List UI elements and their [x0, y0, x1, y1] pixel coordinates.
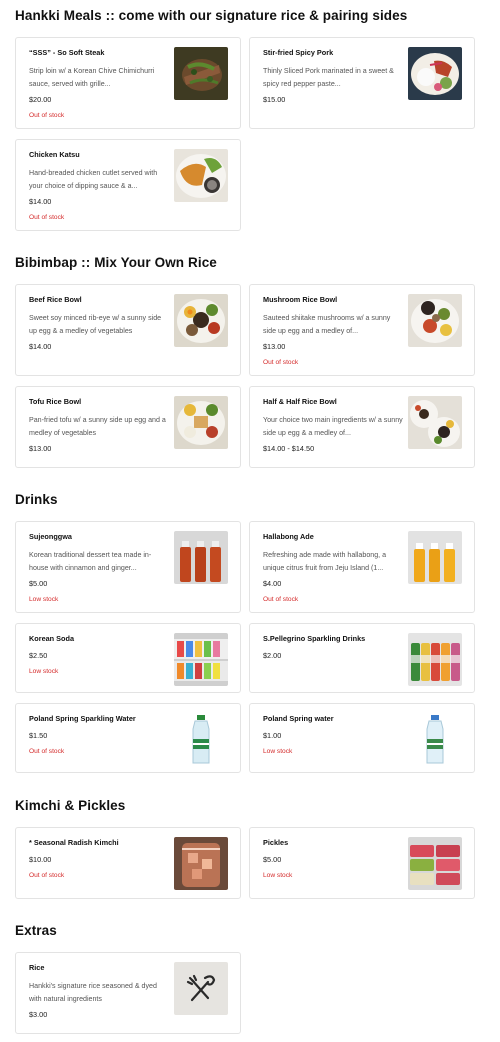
menu-item-seasonal-radish-kimchi[interactable]: * Seasonal Radish Kimchi $10.00 Out of s… — [15, 827, 241, 899]
stock-status: Low stock — [29, 596, 59, 603]
section-title-bibimbap: Bibimbap :: Mix Your Own Rice — [15, 255, 217, 270]
item-description: Pan-fried tofu w/ a sunny side up egg an… — [29, 416, 166, 437]
menu-item-stir-fried-spicy-pork[interactable]: Stir-fried Spicy Pork Thinly Sliced Pork… — [249, 37, 475, 129]
section-title-drinks: Drinks — [15, 492, 58, 507]
stock-status: Low stock — [29, 668, 59, 675]
stock-status: Out of stock — [263, 359, 299, 366]
stock-status: Out of stock — [29, 872, 65, 879]
stock-status: Low stock — [263, 748, 293, 755]
item-description: Thinly Sliced Pork marinated in a sweet … — [263, 67, 394, 88]
section-title-hankki-meals: Hankki Meals :: come with our signature … — [15, 8, 408, 23]
item-price: $2.00 — [263, 651, 282, 660]
menu-item-pickles[interactable]: Pickles $5.00 Low stock — [249, 827, 475, 899]
menu-item-korean-soda[interactable]: Korean Soda $2.50 Low stock — [15, 623, 241, 693]
item-name: Hallabong Ade — [263, 532, 314, 541]
item-price: $5.00 — [263, 855, 282, 864]
korean-soda-photo — [174, 633, 228, 686]
beef-bowl-photo — [174, 294, 228, 347]
item-description: Hankki's signature rice seasoned & dyed … — [29, 982, 157, 1003]
item-price: $14.00 — [29, 197, 52, 206]
item-name: Sujeonggwa — [29, 532, 72, 541]
item-name: Korean Soda — [29, 634, 75, 643]
item-name: Rice — [29, 963, 45, 972]
item-name: S.Pellegrino Sparkling Drinks — [263, 634, 366, 643]
item-name: Tofu Rice Bowl — [29, 397, 82, 406]
item-price: $1.00 — [263, 731, 282, 740]
menu-item-half-half-rice-bowl[interactable]: Half & Half Rice Bowl Your choice two ma… — [249, 386, 475, 468]
stock-status: Out of stock — [29, 748, 65, 755]
item-price: $14.00 — [29, 342, 52, 351]
menu-item-poland-spring-sparkling[interactable]: Poland Spring Sparkling Water $1.50 Out … — [15, 703, 241, 773]
item-price: $2.50 — [29, 651, 48, 660]
item-price: $10.00 — [29, 855, 52, 864]
item-price: $4.00 — [263, 579, 282, 588]
sujeonggwa-photo — [174, 531, 228, 584]
item-price: $20.00 — [29, 95, 52, 104]
item-name: Beef Rice Bowl — [29, 295, 82, 304]
menu-item-so-soft-steak[interactable]: “SSS” - So Soft Steak Strip loin w/ a Ko… — [15, 37, 241, 129]
item-description: Sweet soy minced rib-eye w/ a sunny side… — [29, 314, 162, 335]
pickles-photo — [408, 837, 462, 890]
utensils-placeholder-icon — [174, 962, 228, 1015]
spicy-pork-photo — [408, 47, 462, 100]
item-name: * Seasonal Radish Kimchi — [29, 838, 119, 847]
item-description: Refreshing ade made with hallabong, a un… — [263, 551, 387, 572]
item-description: Sauteed shiitake mushrooms w/ a sunny si… — [263, 314, 391, 335]
sparkling-water-photo — [174, 713, 228, 766]
stock-status: Out of stock — [263, 596, 299, 603]
tofu-bowl-photo — [174, 396, 228, 449]
menu-item-hallabong-ade[interactable]: Hallabong Ade Refreshing ade made with h… — [249, 521, 475, 613]
item-price: $13.00 — [29, 444, 52, 453]
stock-status: Out of stock — [29, 112, 65, 119]
item-name: Mushroom Rice Bowl — [263, 295, 338, 304]
item-name: “SSS” - So Soft Steak — [29, 48, 105, 57]
item-name: Chicken Katsu — [29, 150, 80, 159]
section-title-extras: Extras — [15, 923, 57, 938]
steak-photo — [174, 47, 228, 100]
section-title-kimchi-pickles: Kimchi & Pickles — [15, 798, 126, 813]
chicken-katsu-photo — [174, 149, 228, 202]
menu-item-s-pellegrino[interactable]: S.Pellegrino Sparkling Drinks $2.00 — [249, 623, 475, 693]
item-name: Stir-fried Spicy Pork — [263, 48, 334, 57]
item-name: Half & Half Rice Bowl — [263, 397, 337, 406]
item-price: $13.00 — [263, 342, 286, 351]
half-half-bowl-photo — [408, 396, 462, 449]
menu-item-tofu-rice-bowl[interactable]: Tofu Rice Bowl Pan-fried tofu w/ a sunny… — [15, 386, 241, 468]
item-description: Your choice two main ingredients w/ a su… — [263, 416, 403, 437]
item-name: Poland Spring water — [263, 714, 334, 723]
item-description: Strip loin w/ a Korean Chive Chimichurri… — [29, 67, 155, 88]
stock-status: Out of stock — [29, 214, 65, 221]
menu-item-poland-spring-water[interactable]: Poland Spring water $1.00 Low stock — [249, 703, 475, 773]
item-price: $5.00 — [29, 579, 48, 588]
menu-item-rice[interactable]: Rice Hankki's signature rice seasoned & … — [15, 952, 241, 1034]
radish-kimchi-photo — [174, 837, 228, 890]
mushroom-bowl-photo — [408, 294, 462, 347]
item-description: Korean traditional dessert tea made in-h… — [29, 551, 152, 572]
menu-item-beef-rice-bowl[interactable]: Beef Rice Bowl Sweet soy minced rib-eye … — [15, 284, 241, 376]
item-description: Hand-breaded chicken cutlet served with … — [29, 169, 158, 190]
item-price: $15.00 — [263, 95, 286, 104]
item-price: $14.00 - $14.50 — [263, 444, 315, 453]
menu-item-mushroom-rice-bowl[interactable]: Mushroom Rice Bowl Sauteed shiitake mush… — [249, 284, 475, 376]
menu-item-chicken-katsu[interactable]: Chicken Katsu Hand-breaded chicken cutle… — [15, 139, 241, 231]
stock-status: Low stock — [263, 872, 293, 879]
item-name: Pickles — [263, 838, 289, 847]
item-price: $1.50 — [29, 731, 48, 740]
pellegrino-photo — [408, 633, 462, 686]
item-name: Poland Spring Sparkling Water — [29, 714, 136, 723]
spring-water-photo — [408, 713, 462, 766]
item-price: $3.00 — [29, 1010, 48, 1019]
hallabong-ade-photo — [408, 531, 462, 584]
menu-item-sujeonggwa[interactable]: Sujeonggwa Korean traditional dessert te… — [15, 521, 241, 613]
